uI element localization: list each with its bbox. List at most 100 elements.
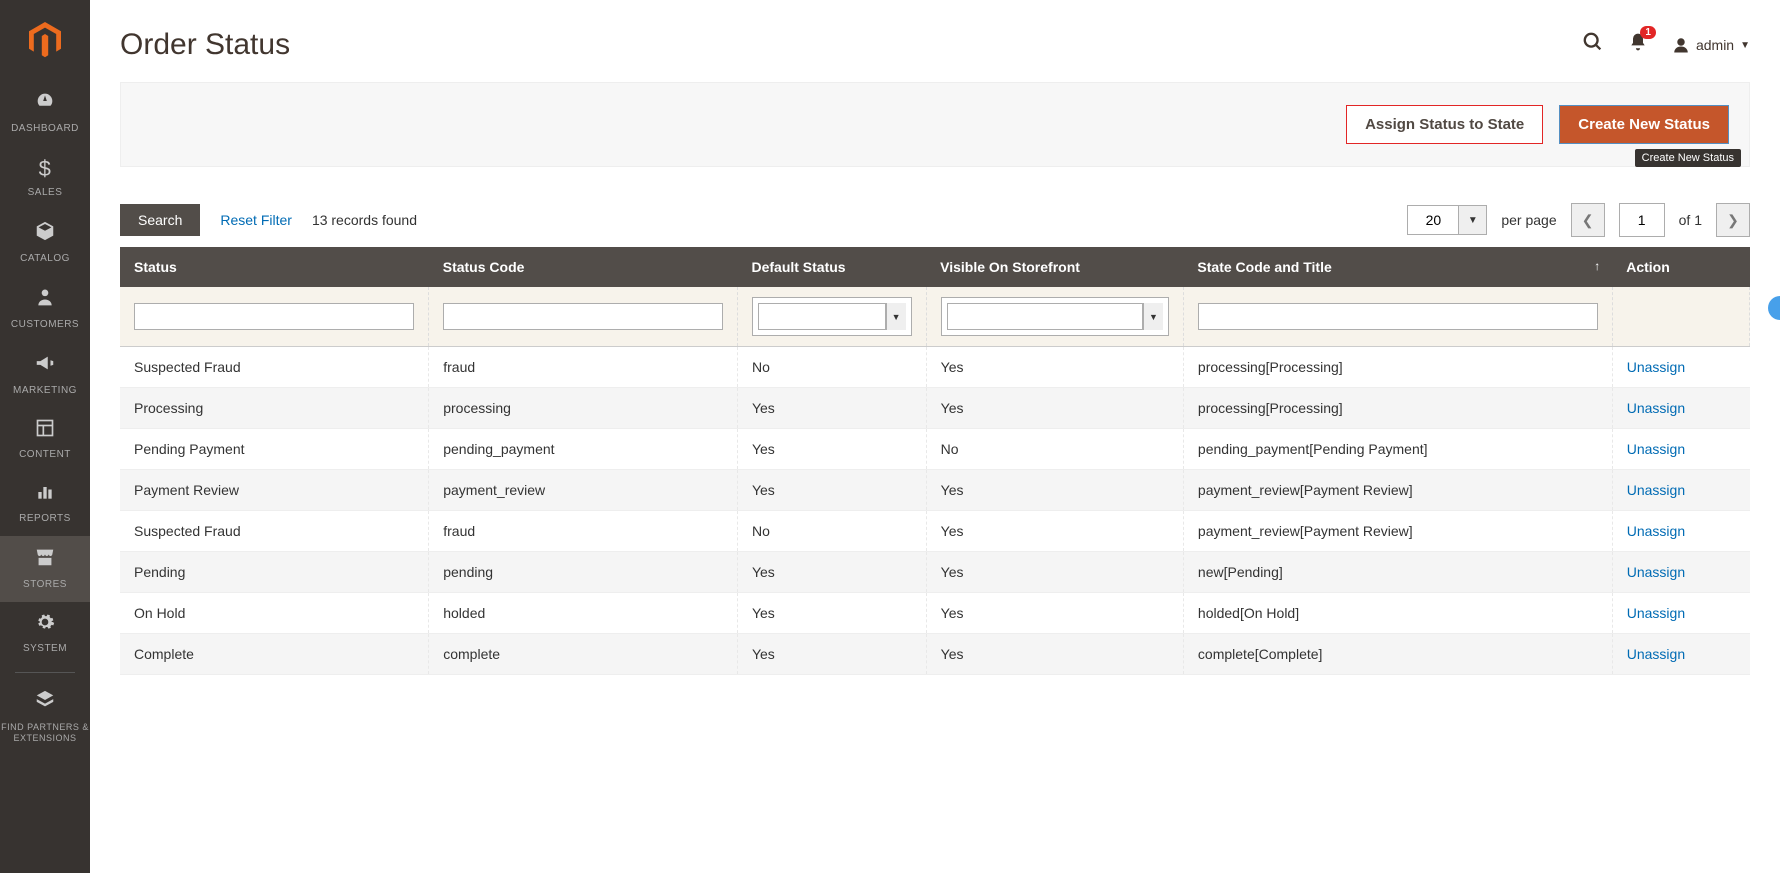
user-name: admin <box>1696 37 1734 53</box>
megaphone-icon <box>0 352 90 380</box>
cell-visible: Yes <box>926 552 1183 593</box>
unassign-link[interactable]: Unassign <box>1627 482 1685 498</box>
page-title: Order Status <box>120 28 290 62</box>
unassign-link[interactable]: Unassign <box>1627 523 1685 539</box>
cell-default: Yes <box>737 552 926 593</box>
filter-state-input[interactable] <box>1198 303 1598 330</box>
next-page-button[interactable]: ❯ <box>1716 203 1750 237</box>
notification-bell-icon[interactable]: 1 <box>1628 32 1648 58</box>
table-row[interactable]: Suspected FraudfraudNoYespayment_review[… <box>120 511 1750 552</box>
table-row[interactable]: On HoldholdedYesYesholded[On Hold]Unassi… <box>120 593 1750 634</box>
store-icon <box>0 546 90 574</box>
nav-customers[interactable]: CUSTOMERS <box>0 276 90 342</box>
table-row[interactable]: Pending Paymentpending_paymentYesNopendi… <box>120 429 1750 470</box>
col-header-code[interactable]: Status Code <box>429 247 738 287</box>
nav-reports[interactable]: REPORTS <box>0 472 90 536</box>
filter-status-input[interactable] <box>134 303 414 330</box>
unassign-link[interactable]: Unassign <box>1627 564 1685 580</box>
nav-content[interactable]: CONTENT <box>0 408 90 472</box>
table-row[interactable]: PendingpendingYesYesnew[Pending]Unassign <box>120 552 1750 593</box>
cell-code: pending_payment <box>429 429 738 470</box>
chevron-left-icon: ❮ <box>1582 212 1594 228</box>
col-header-status[interactable]: Status <box>120 247 429 287</box>
person-icon <box>0 286 90 314</box>
filter-visible-select[interactable]: ▼ <box>941 297 1169 336</box>
col-header-default[interactable]: Default Status <box>737 247 926 287</box>
nav-label: STORES <box>23 579 67 590</box>
unassign-link[interactable]: Unassign <box>1627 605 1685 621</box>
cell-status: Processing <box>120 388 429 429</box>
dollar-icon: $ <box>0 156 90 182</box>
cell-code: fraud <box>429 347 738 388</box>
chevron-down-icon[interactable]: ▼ <box>886 303 906 330</box>
prev-page-button[interactable]: ❮ <box>1571 203 1605 237</box>
cell-code: fraud <box>429 511 738 552</box>
per-page-label: per page <box>1501 212 1556 228</box>
nav-marketing[interactable]: MARKETING <box>0 342 90 408</box>
unassign-link[interactable]: Unassign <box>1627 441 1685 457</box>
cell-code: holded <box>429 593 738 634</box>
nav-label: CUSTOMERS <box>11 319 79 330</box>
cell-status: Payment Review <box>120 470 429 511</box>
table-row[interactable]: CompletecompleteYesYescomplete[Complete]… <box>120 634 1750 675</box>
table-row[interactable]: Suspected FraudfraudNoYesprocessing[Proc… <box>120 347 1750 388</box>
create-status-tooltip: Create New Status <box>1635 149 1741 167</box>
cell-code: pending <box>429 552 738 593</box>
nav-stores[interactable]: STORES <box>0 536 90 602</box>
nav-label: CATALOG <box>20 253 70 264</box>
unassign-link[interactable]: Unassign <box>1627 646 1685 662</box>
bars-icon <box>0 482 90 508</box>
dashboard-icon <box>0 90 90 118</box>
unassign-link[interactable]: Unassign <box>1627 400 1685 416</box>
filter-code-input[interactable] <box>443 303 723 330</box>
cell-visible: Yes <box>926 388 1183 429</box>
reset-filter-link[interactable]: Reset Filter <box>220 212 292 228</box>
magento-logo-icon[interactable] <box>25 20 65 60</box>
table-row[interactable]: ProcessingprocessingYesYesprocessing[Pro… <box>120 388 1750 429</box>
nav-label: MARKETING <box>13 385 77 396</box>
chevron-down-icon[interactable]: ▼ <box>1143 303 1163 330</box>
cell-default: No <box>737 347 926 388</box>
cell-code: complete <box>429 634 738 675</box>
cell-state: pending_payment[Pending Payment] <box>1183 429 1612 470</box>
per-page-selector[interactable]: ▼ <box>1407 205 1487 235</box>
cell-visible: No <box>926 429 1183 470</box>
unassign-link[interactable]: Unassign <box>1627 359 1685 375</box>
col-header-state[interactable]: State Code and Title <box>1183 247 1612 287</box>
nav-catalog[interactable]: CATALOG <box>0 210 90 276</box>
nav-partners[interactable]: FIND PARTNERS & EXTENSIONS <box>0 679 90 756</box>
cell-status: Pending <box>120 552 429 593</box>
records-found: 13 records found <box>312 212 417 228</box>
cell-status: On Hold <box>120 593 429 634</box>
per-page-input[interactable] <box>1408 206 1458 234</box>
cell-visible: Yes <box>926 511 1183 552</box>
search-button[interactable]: Search <box>120 204 200 236</box>
col-header-visible[interactable]: Visible On Storefront <box>926 247 1183 287</box>
nav-label: FIND PARTNERS & EXTENSIONS <box>0 722 90 744</box>
partners-icon <box>0 689 90 717</box>
nav-dashboard[interactable]: DASHBOARD <box>0 80 90 146</box>
page-input[interactable] <box>1619 203 1665 237</box>
cell-visible: Yes <box>926 634 1183 675</box>
cell-state: payment_review[Payment Review] <box>1183 511 1612 552</box>
nav-sales[interactable]: $ SALES <box>0 146 90 210</box>
cell-state: processing[Processing] <box>1183 388 1612 429</box>
search-icon[interactable] <box>1582 31 1604 59</box>
table-row[interactable]: Payment Reviewpayment_reviewYesYespaymen… <box>120 470 1750 511</box>
filter-default-select[interactable]: ▼ <box>752 297 912 336</box>
cell-visible: Yes <box>926 593 1183 634</box>
per-page-dropdown-icon[interactable]: ▼ <box>1458 206 1486 234</box>
nav-label: REPORTS <box>19 513 71 524</box>
user-menu[interactable]: admin ▼ <box>1672 36 1750 54</box>
nav-system[interactable]: SYSTEM <box>0 602 90 666</box>
create-status-button[interactable]: Create New Status <box>1559 105 1729 144</box>
cell-code: payment_review <box>429 470 738 511</box>
cell-status: Suspected Fraud <box>120 511 429 552</box>
status-grid: Status Status Code Default Status Visibl… <box>120 247 1750 675</box>
page-total: of 1 <box>1679 212 1702 228</box>
assign-status-button[interactable]: Assign Status to State <box>1346 105 1543 144</box>
cell-default: Yes <box>737 388 926 429</box>
cell-default: No <box>737 511 926 552</box>
col-header-action: Action <box>1612 247 1749 287</box>
cell-default: Yes <box>737 429 926 470</box>
